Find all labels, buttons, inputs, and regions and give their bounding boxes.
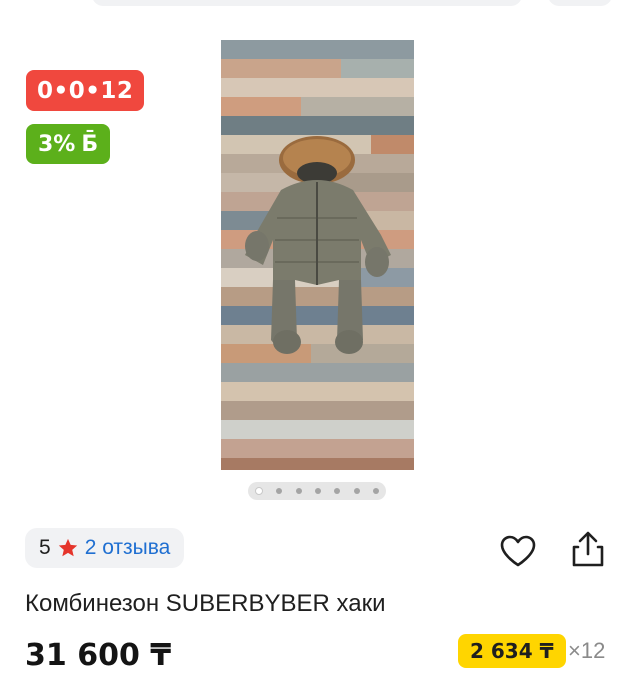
- bonus-badge: 3% Б̄: [26, 124, 111, 164]
- gallery-dot[interactable]: [295, 488, 302, 494]
- product-price: 31 600 ₸: [25, 638, 172, 673]
- product-photo[interactable]: [221, 40, 414, 470]
- gallery-pagination[interactable]: [248, 482, 386, 500]
- rating-chip[interactable]: 5 2 отзыва: [25, 528, 185, 568]
- product-title: Комбинезон SUBERBYBER хаки: [25, 590, 386, 617]
- gallery-dot[interactable]: [372, 488, 379, 494]
- share-icon: [572, 531, 604, 567]
- installment-months: ×12: [568, 638, 606, 663]
- snowsuit-image: [245, 136, 391, 354]
- star-icon: [58, 538, 77, 557]
- installment-badge: 0•0•12: [26, 70, 145, 111]
- monthly-payment: 2 634 ₸: [470, 639, 554, 663]
- gallery-dot[interactable]: [276, 488, 283, 494]
- gallery-dot[interactable]: [255, 487, 263, 495]
- gallery-dot[interactable]: [314, 488, 321, 494]
- heart-icon: [500, 535, 536, 567]
- installment-label: 0•0•12: [37, 77, 134, 104]
- bonus-symbol: Б̄: [81, 131, 99, 157]
- monthly-payment-badge[interactable]: 2 634 ₸: [458, 634, 566, 668]
- reviews-link[interactable]: 2 отзыва: [85, 536, 171, 560]
- rating-value: 5: [39, 536, 51, 559]
- gallery-dot[interactable]: [353, 488, 360, 494]
- search-bar[interactable]: [92, 0, 522, 6]
- favorite-button[interactable]: [498, 531, 538, 571]
- share-button[interactable]: [568, 529, 608, 569]
- gallery-dot[interactable]: [334, 488, 341, 494]
- bonus-percent: 3%: [38, 131, 76, 157]
- top-action-button[interactable]: [548, 0, 612, 6]
